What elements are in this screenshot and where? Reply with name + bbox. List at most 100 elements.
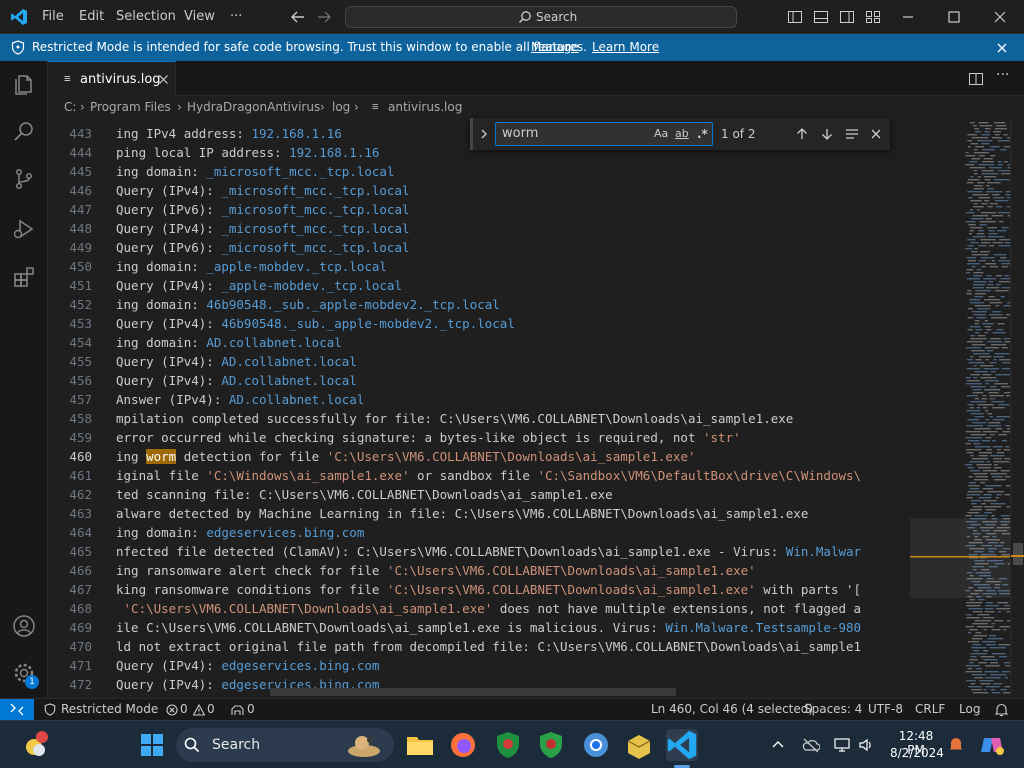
split-editor-icon[interactable]	[968, 71, 984, 87]
code-line[interactable]: 449 Query (IPv6): _microsoft_mcc._tcp.loc…	[48, 238, 910, 257]
close-window-icon[interactable]	[992, 9, 1008, 25]
code-line[interactable]: 469 ile C:\Users\VM6.COLLABNET\Downloads\…	[48, 618, 910, 637]
ports-count[interactable]: 0	[247, 699, 255, 720]
code-line[interactable]: 465 nfected file detected (ClamAV): C:\Us…	[48, 542, 910, 561]
code-line[interactable]: 471 Query (IPv4): edgeservices.bing.com	[48, 656, 910, 675]
menu-edit[interactable]: Edit	[79, 0, 104, 34]
find-in-selection-icon[interactable]	[845, 127, 859, 141]
menu-more[interactable]: ···	[230, 0, 242, 34]
banner-manage-link[interactable]: Manage	[531, 34, 579, 61]
scrollbar-thumb[interactable]	[1013, 543, 1023, 565]
indentation[interactable]: Spaces: 4	[804, 699, 862, 720]
warning-icon[interactable]	[193, 704, 205, 716]
search-view-icon[interactable]	[12, 119, 36, 143]
code-line[interactable]: 468 'C:\Users\VM6.COLLABNET\Downloads\ai…	[48, 599, 910, 618]
code-line[interactable]: 457 Answer (IPv4): AD.collabnet.local	[48, 390, 910, 409]
previous-match-icon[interactable]	[795, 127, 809, 141]
start-button[interactable]	[136, 729, 168, 761]
minimap[interactable]	[910, 118, 1010, 698]
error-icon[interactable]	[166, 704, 178, 716]
explorer-icon[interactable]	[12, 73, 36, 97]
code-line[interactable]: 461 iginal file 'C:\Windows\ai_sample1.ex…	[48, 466, 910, 485]
tab-close-icon[interactable]	[158, 74, 169, 85]
banner-close-icon[interactable]	[996, 42, 1008, 54]
error-count[interactable]: 0	[180, 699, 188, 720]
arrow-right-icon[interactable]	[316, 9, 332, 25]
run-debug-icon[interactable]	[12, 217, 36, 241]
code-line[interactable]: 467 king ransomware conditions for file '…	[48, 580, 910, 599]
toggle-secondary-sidebar-icon[interactable]	[839, 9, 855, 25]
banner-learn-more-link[interactable]: Learn More	[592, 34, 659, 61]
find-input[interactable]: worm Aa ab .*	[495, 122, 713, 146]
match-case-button[interactable]: Aa	[654, 123, 668, 145]
use-regex-button[interactable]: .*	[697, 123, 708, 145]
vertical-scrollbar[interactable]	[1010, 118, 1024, 698]
breadcrumb-program-files[interactable]: Program Files	[90, 96, 171, 118]
code-line[interactable]: 448 Query (IPv4): _microsoft_mcc._tcp.loc…	[48, 219, 910, 238]
arrow-left-icon[interactable]	[290, 9, 306, 25]
chrome-taskbar-icon[interactable]	[580, 729, 612, 761]
code-line[interactable]: 445 ing domain: _microsoft_mcc._tcp.local	[48, 162, 910, 181]
code-line[interactable]: 458 mpilation completed successfully for …	[48, 409, 910, 428]
source-control-icon[interactable]	[12, 167, 36, 191]
notifications-bell-icon[interactable]	[995, 703, 1008, 717]
code-line[interactable]: 456 Query (IPv4): AD.collabnet.local	[48, 371, 910, 390]
code-line[interactable]: 470 ld not extract original file path fro…	[48, 637, 910, 656]
clock-date[interactable]: 8/2/2024	[890, 746, 944, 760]
breadcrumb-hydradragon[interactable]: HydraDragonAntivirus	[187, 96, 320, 118]
code-line[interactable]: 446 Query (IPv4): _microsoft_mcc._tcp.loc…	[48, 181, 910, 200]
toggle-replace-chevron-icon[interactable]	[479, 128, 489, 140]
vscode-taskbar-icon[interactable]	[666, 729, 698, 761]
cursor-position[interactable]: Ln 460, Col 46 (4 selected)	[651, 699, 813, 720]
breadcrumb-log[interactable]: log	[332, 96, 350, 118]
maximize-icon[interactable]	[946, 9, 962, 25]
taskbar-search[interactable]: Search	[176, 728, 394, 762]
accounts-icon[interactable]	[12, 614, 36, 638]
warning-count[interactable]: 0	[207, 699, 215, 720]
ports-icon[interactable]	[231, 704, 244, 716]
antivirus-app-taskbar-icon[interactable]	[492, 729, 524, 761]
toggle-primary-sidebar-icon[interactable]	[787, 9, 803, 25]
file-explorer-taskbar-icon[interactable]	[404, 729, 436, 761]
antivirus-app-2-taskbar-icon[interactable]	[535, 729, 567, 761]
code-line[interactable]: 464 ing domain: edgeservices.bing.com	[48, 523, 910, 542]
toggle-panel-icon[interactable]	[813, 9, 829, 25]
firefox-taskbar-icon[interactable]	[447, 729, 479, 761]
code-line[interactable]: 460 ing worm detection for file 'C:\Users…	[48, 447, 910, 466]
command-center-search[interactable]: Search	[345, 6, 737, 28]
sandbox-taskbar-icon[interactable]	[623, 729, 655, 761]
chevron-up-icon[interactable]	[771, 738, 785, 752]
menu-selection[interactable]: Selection	[116, 0, 176, 34]
match-whole-word-button[interactable]: ab	[675, 123, 689, 145]
onedrive-icon[interactable]	[802, 737, 820, 753]
code-line[interactable]: 455 Query (IPv4): AD.collabnet.local	[48, 352, 910, 371]
code-line[interactable]: 452 ing domain: 46b90548._sub._apple-mobd…	[48, 295, 910, 314]
menu-file[interactable]: File	[42, 0, 64, 34]
code-line[interactable]: 453 Query (IPv4): 46b90548._sub._apple-mo…	[48, 314, 910, 333]
end-of-line[interactable]: CRLF	[915, 699, 945, 720]
editor-text-area[interactable]: 443 ing IPv4 address: 192.168.1.16 444 ping…	[48, 118, 910, 698]
breadcrumb-drive[interactable]: C:	[64, 96, 76, 118]
code-line[interactable]: 466 ing ransomware alert check for file '…	[48, 561, 910, 580]
breadcrumb-file[interactable]: antivirus.log	[388, 96, 462, 118]
code-line[interactable]: 447 Query (IPv6): _microsoft_mcc._tcp.loc…	[48, 200, 910, 219]
close-find-icon[interactable]	[870, 128, 882, 140]
restricted-mode-status[interactable]: Restricted Mode	[61, 699, 158, 720]
notification-bell-icon[interactable]	[948, 736, 964, 754]
more-actions-icon[interactable]: ···	[996, 67, 1009, 83]
code-line[interactable]: 450 ing domain: _apple-mobdev._tcp.local	[48, 257, 910, 276]
extensions-icon[interactable]	[12, 265, 36, 289]
code-line[interactable]: 454 ing domain: AD.collabnet.local	[48, 333, 910, 352]
minimize-icon[interactable]	[900, 9, 916, 25]
customize-layout-icon[interactable]	[865, 9, 881, 25]
code-line[interactable]: 462 ted scanning file: C:\Users\VM6.COLLA…	[48, 485, 910, 504]
tab-antivirus-log[interactable]: ≡ antivirus.log	[48, 61, 176, 96]
widgets-button[interactable]	[20, 729, 52, 761]
horizontal-scrollbar[interactable]	[270, 688, 676, 696]
network-icon[interactable]	[834, 737, 850, 753]
menu-view[interactable]: View	[184, 0, 215, 34]
code-line[interactable]: 463 alware detected by Machine Learning i…	[48, 504, 910, 523]
code-line[interactable]: 451 Query (IPv4): _apple-mobdev._tcp.loca…	[48, 276, 910, 295]
remote-indicator[interactable]	[0, 699, 34, 720]
next-match-icon[interactable]	[820, 127, 834, 141]
